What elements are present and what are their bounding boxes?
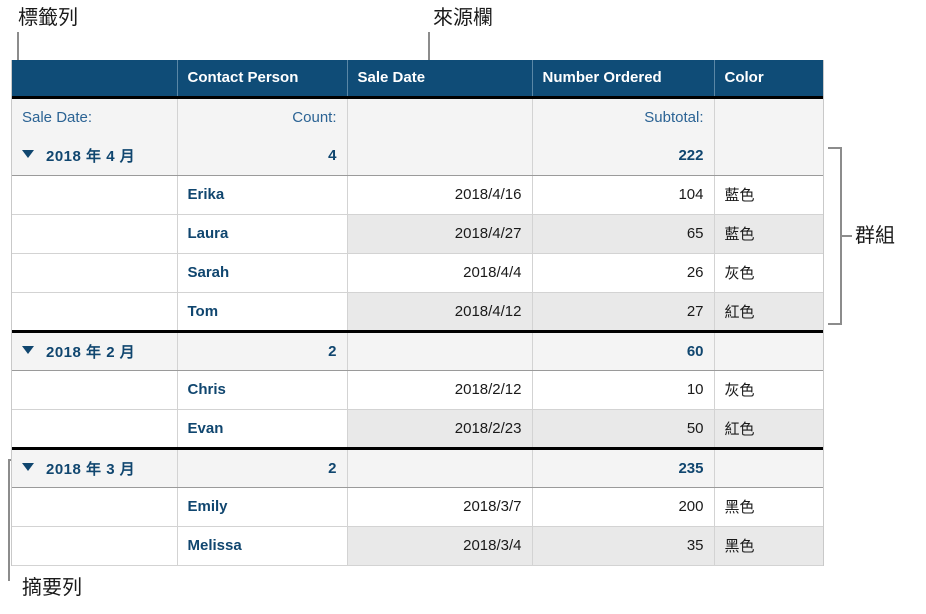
cell-sale-date[interactable]: 2018/3/7 [347, 487, 533, 527]
row-label-blank [12, 253, 178, 293]
table-row[interactable]: Melissa 2018/3/4 35 黑色 [12, 526, 823, 566]
table-row[interactable]: Evan 2018/2/23 50 紅色 [12, 409, 823, 449]
cell-color[interactable]: 紅色 [714, 409, 823, 449]
screenshot-root: 標籤列 來源欄 群組 摘要列 Contact Person Sale Date … [0, 0, 926, 614]
cell-contact-person[interactable]: Laura [177, 214, 348, 254]
group-color-blank [714, 136, 823, 176]
group-date-blank [347, 136, 533, 176]
cell-contact-person[interactable]: Erika [177, 175, 348, 215]
cell-sale-date[interactable]: 2018/4/4 [347, 253, 533, 293]
cell-color[interactable]: 黑色 [714, 526, 823, 566]
cell-number-ordered[interactable]: 27 [532, 292, 715, 332]
cell-sale-date[interactable]: 2018/4/16 [347, 175, 533, 215]
table-row[interactable]: Sarah 2018/4/4 26 灰色 [12, 253, 823, 293]
table-row[interactable]: Emily 2018/3/7 200 黑色 [12, 487, 823, 527]
cell-number-ordered[interactable]: 104 [532, 175, 715, 215]
group-count-value: 2 [177, 329, 348, 371]
cell-color[interactable]: 黑色 [714, 487, 823, 527]
callout-source-column-leader [428, 32, 430, 61]
group-title-cell[interactable]: 2018 年 4 月 [12, 136, 178, 176]
cell-number-ordered[interactable]: 26 [532, 253, 715, 293]
cell-sale-date[interactable]: 2018/3/4 [347, 526, 533, 566]
field-name-row: Sale Date: Count: Subtotal: [12, 97, 823, 136]
cell-color[interactable]: 藍色 [714, 214, 823, 254]
group-subtotal-value: 60 [532, 329, 715, 371]
column-header-sale-date[interactable]: Sale Date [347, 60, 533, 99]
table-row[interactable]: Tom 2018/4/12 27 紅色 [12, 292, 823, 332]
callout-summary-row-text: 摘要列 [22, 577, 82, 599]
table-row[interactable]: Erika 2018/4/16 104 藍色 [12, 175, 823, 215]
group-summary-row[interactable]: 2018 年 4 月 4 222 [12, 136, 823, 176]
field-label-color-blank [714, 97, 823, 136]
group-count-value: 4 [177, 136, 348, 176]
column-header-blank[interactable] [12, 60, 178, 99]
pivot-table: Contact Person Sale Date Number Ordered … [12, 60, 823, 566]
pivot-table-container: Contact Person Sale Date Number Ordered … [11, 60, 824, 566]
cell-contact-person[interactable]: Tom [177, 292, 348, 332]
column-header-color[interactable]: Color [714, 60, 823, 99]
column-header-number-ordered[interactable]: Number Ordered [532, 60, 715, 99]
group-color-blank [714, 329, 823, 371]
table-row[interactable]: Chris 2018/2/12 10 灰色 [12, 370, 823, 410]
field-label-subtotal: Subtotal: [532, 97, 715, 136]
cell-contact-person[interactable]: Evan [177, 409, 348, 449]
group-date-blank [347, 446, 533, 488]
group-subtotal-value: 235 [532, 446, 715, 488]
row-label-blank [12, 214, 178, 254]
row-label-blank [12, 175, 178, 215]
cell-color[interactable]: 藍色 [714, 175, 823, 215]
disclosure-triangle-icon[interactable] [22, 463, 34, 471]
group-title-label: 2018 年 4 月 [46, 147, 136, 165]
table-header: Contact Person Sale Date Number Ordered … [12, 60, 823, 99]
cell-sale-date[interactable]: 2018/2/12 [347, 370, 533, 410]
cell-color[interactable]: 紅色 [714, 292, 823, 332]
cell-sale-date[interactable]: 2018/2/23 [347, 409, 533, 449]
disclosure-triangle-icon[interactable] [22, 150, 34, 159]
cell-contact-person[interactable]: Emily [177, 487, 348, 527]
row-label-blank [12, 292, 178, 332]
cell-color[interactable]: 灰色 [714, 370, 823, 410]
group-count-value: 2 [177, 446, 348, 488]
cell-number-ordered[interactable]: 200 [532, 487, 715, 527]
cell-contact-person[interactable]: Sarah [177, 253, 348, 293]
row-label-blank [12, 526, 178, 566]
group-title-label: 2018 年 3 月 [46, 460, 136, 478]
table-body: Sale Date: Count: Subtotal: 2018 年 4 月 4 222 E… [12, 97, 823, 566]
cell-sale-date[interactable]: 2018/4/12 [347, 292, 533, 332]
field-label-count: Count: [177, 97, 348, 136]
cell-contact-person[interactable]: Chris [177, 370, 348, 410]
callout-label-row-text: 標籤列 [18, 7, 78, 29]
group-summary-row[interactable]: 2018 年 2 月 2 60 [12, 329, 823, 371]
callout-source-column-text: 來源欄 [433, 7, 493, 29]
group-summary-row[interactable]: 2018 年 3 月 2 235 [12, 446, 823, 488]
group-subtotal-value: 222 [532, 136, 715, 176]
callout-summary-row-leader [8, 459, 10, 581]
group-title-cell[interactable]: 2018 年 3 月 [12, 446, 178, 488]
column-header-contact-person[interactable]: Contact Person [177, 60, 348, 99]
field-label-date-blank [347, 97, 533, 136]
table-row[interactable]: Laura 2018/4/27 65 藍色 [12, 214, 823, 254]
row-label-blank [12, 487, 178, 527]
group-color-blank [714, 446, 823, 488]
row-label-blank [12, 409, 178, 449]
cell-number-ordered[interactable]: 10 [532, 370, 715, 410]
field-label-sale-date: Sale Date: [12, 97, 178, 136]
header-row: Contact Person Sale Date Number Ordered … [12, 60, 823, 99]
cell-number-ordered[interactable]: 50 [532, 409, 715, 449]
disclosure-triangle-icon[interactable] [22, 346, 34, 354]
cell-number-ordered[interactable]: 35 [532, 526, 715, 566]
cell-color[interactable]: 灰色 [714, 253, 823, 293]
cell-number-ordered[interactable]: 65 [532, 214, 715, 254]
callout-group-bracket [828, 147, 842, 325]
callout-group-bracket-tick [841, 235, 852, 237]
group-title-label: 2018 年 2 月 [46, 343, 136, 361]
group-title-cell[interactable]: 2018 年 2 月 [12, 329, 178, 371]
callout-group-text: 群組 [855, 225, 895, 247]
cell-sale-date[interactable]: 2018/4/27 [347, 214, 533, 254]
group-date-blank [347, 329, 533, 371]
row-label-blank [12, 370, 178, 410]
cell-contact-person[interactable]: Melissa [177, 526, 348, 566]
